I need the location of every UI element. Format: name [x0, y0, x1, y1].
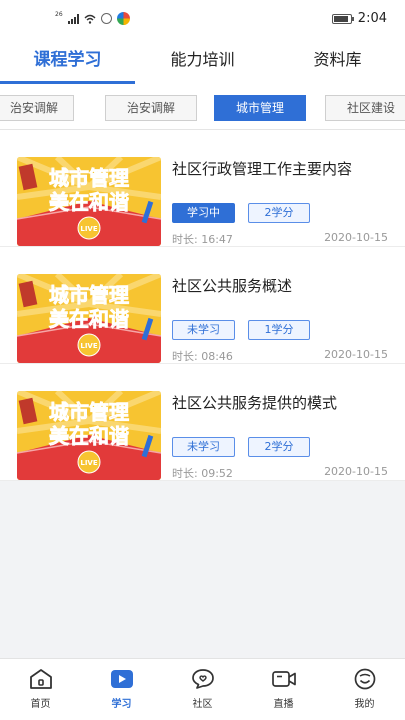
wifi-icon [84, 14, 96, 24]
course-title: 社区公共服务概述 [172, 277, 293, 295]
live-badge: LIVE [80, 342, 97, 350]
sync-icon [100, 13, 112, 24]
tab-course-study[interactable]: 课程学习 [0, 40, 135, 86]
clock: 2:04 [357, 11, 387, 26]
live-badge: LIVE [80, 459, 97, 467]
status-bar: 26 2:04 [0, 0, 405, 40]
smile-icon [354, 668, 375, 690]
category-chip[interactable]: 治安调解 [105, 95, 197, 121]
top-tabs: 课程学习 能力培训 资料库 [0, 40, 405, 86]
category-chip[interactable]: 社区建设 [325, 95, 405, 121]
signal-icon [67, 13, 79, 24]
nav-live[interactable]: 直播 [243, 659, 324, 720]
nav-label: 直播 [273, 699, 294, 710]
study-status-badge: 学习中 [172, 203, 235, 223]
nav-label: 社区 [192, 699, 213, 710]
tab-library[interactable]: 资料库 [270, 40, 405, 86]
category-chip[interactable]: 治安调解 [0, 95, 74, 121]
bottom-navigation: 首页 学习 社区 直播 我的 [0, 658, 405, 720]
chat-heart-icon [191, 669, 214, 689]
tab-skill-training[interactable]: 能力培训 [135, 40, 270, 86]
course-item[interactable]: 城市管理 美在和谐 LIVE 社区公共服务概述 未学习 1学分 时长: 08:4… [0, 247, 405, 364]
study-status-badge: 未学习 [172, 320, 235, 340]
nav-label: 学习 [111, 699, 132, 710]
video-camera-icon [271, 671, 296, 687]
thumb-line2: 美在和谐 [49, 424, 129, 448]
credit-badge: 2学分 [248, 437, 310, 457]
signal-label: 26 [55, 11, 63, 18]
nav-community[interactable]: 社区 [162, 659, 243, 720]
category-filter: 治安调解 治安调解 城市管理 社区建设 [0, 86, 405, 130]
course-thumbnail: 城市管理 美在和谐 LIVE [17, 391, 161, 480]
thumb-line1: 城市管理 [49, 283, 129, 307]
course-date: 2020-10-15 [324, 231, 388, 244]
status-icons: 26 [55, 11, 130, 25]
course-title: 社区行政管理工作主要内容 [172, 160, 353, 178]
thumb-line1: 城市管理 [49, 400, 129, 424]
thumb-line2: 美在和谐 [49, 307, 129, 331]
play-icon [110, 670, 133, 688]
credit-badge: 2学分 [248, 203, 310, 223]
nav-mine[interactable]: 我的 [324, 659, 405, 720]
course-item[interactable]: 城市管理 美在和谐 LIVE 社区行政管理工作主要内容 学习中 2学分 时长: … [0, 130, 405, 247]
category-chip-selected[interactable]: 城市管理 [214, 95, 306, 121]
home-icon [29, 669, 52, 689]
course-thumbnail: 城市管理 美在和谐 LIVE [17, 274, 161, 363]
nav-label: 我的 [354, 699, 375, 710]
course-date: 2020-10-15 [324, 465, 388, 478]
course-duration: 时长: 09:52 [172, 467, 233, 480]
nav-study[interactable]: 学习 [81, 659, 162, 720]
credit-badge: 1学分 [248, 320, 310, 340]
course-duration: 时长: 16:47 [172, 233, 233, 246]
thumb-line2: 美在和谐 [49, 190, 129, 214]
course-title: 社区公共服务提供的模式 [172, 394, 338, 412]
course-list: 城市管理 美在和谐 LIVE 社区行政管理工作主要内容 学习中 2学分 时长: … [0, 130, 405, 481]
course-thumbnail: 城市管理 美在和谐 LIVE [17, 157, 161, 246]
course-date: 2020-10-15 [324, 348, 388, 361]
status-right: 2:04 [331, 11, 387, 26]
app-notification-icon [116, 12, 130, 25]
nav-home[interactable]: 首页 [0, 659, 81, 720]
course-duration: 时长: 08:46 [172, 350, 233, 363]
thumb-line1: 城市管理 [49, 166, 129, 190]
nav-label: 首页 [30, 699, 51, 710]
battery-icon [331, 13, 354, 24]
live-badge: LIVE [80, 225, 97, 233]
study-status-badge: 未学习 [172, 437, 235, 457]
course-item[interactable]: 城市管理 美在和谐 LIVE 社区公共服务提供的模式 未学习 2学分 时长: 0… [0, 364, 405, 481]
